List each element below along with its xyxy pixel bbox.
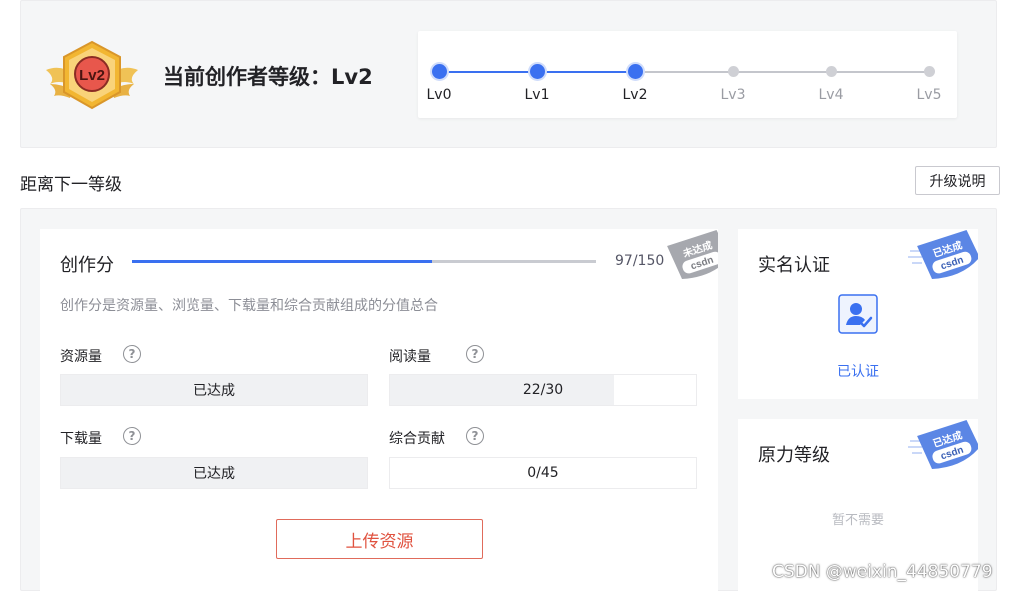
level-track-segment (635, 71, 733, 73)
level-step-dot (727, 66, 739, 77)
metric-box-resources: 已达成 (60, 374, 368, 406)
score-value: 97/150 (615, 253, 665, 269)
realname-verification-card: 实名认证 已认证 已达成 csdn (738, 229, 978, 399)
level-badge-text: Lv2 (79, 67, 105, 84)
level-track-segment (439, 71, 537, 73)
level-step-label: Lv4 (818, 87, 844, 103)
metric-value: 22/30 (522, 382, 564, 398)
force-title: 原力等级 (758, 445, 830, 466)
level-step-label: Lv0 (426, 87, 452, 103)
force-status: 暂不需要 (831, 513, 884, 528)
achieved-stamp-icon: 已达成 csdn (908, 229, 978, 280)
help-icon[interactable]: ? (466, 427, 484, 445)
metric-value: 已达成 (193, 466, 235, 482)
help-icon[interactable]: ? (123, 427, 141, 445)
verified-user-icon (838, 294, 878, 334)
metric-value: 0/45 (527, 465, 559, 481)
realname-title: 实名认证 (758, 255, 830, 276)
level-step-dot (825, 66, 837, 77)
level-progress-track: Lv0 Lv1 Lv2 Lv3 Lv4 Lv5 (418, 31, 957, 118)
score-progress-fill (132, 260, 433, 263)
level-track-segment (831, 71, 929, 73)
level-step-label: Lv1 (524, 87, 550, 103)
upgrade-info-button[interactable]: 升级说明 (915, 166, 1000, 195)
score-title: 创作分 (60, 255, 114, 276)
next-level-heading: 距离下一等级 (20, 175, 122, 195)
level-step-dot (431, 64, 447, 79)
level-badge-icon: Lv2 (46, 40, 138, 110)
metric-value: 已达成 (193, 383, 235, 399)
help-icon[interactable]: ? (123, 345, 141, 363)
metric-box-contribution: 0/45 (389, 457, 697, 489)
not-achieved-stamp-icon: 未达成 csdn (667, 229, 718, 280)
level-step-label: Lv2 (622, 87, 648, 103)
score-description: 创作分是资源量、浏览量、下载量和综合贡献组成的分值总合 (60, 298, 438, 314)
metric-label-contribution: 综合贡献 (389, 431, 445, 447)
current-level-title: 当前创作者等级：Lv2 (163, 65, 373, 89)
level-step-dot (529, 64, 545, 79)
level-step-label: Lv5 (916, 87, 942, 103)
metric-label-resources: 资源量 (60, 349, 102, 365)
metric-box-downloads: 已达成 (60, 457, 368, 489)
level-track-segment (733, 71, 831, 73)
score-progress-bar (132, 260, 596, 263)
level-step-label: Lv3 (720, 87, 746, 103)
metric-box-views: 22/30 (389, 374, 697, 406)
metric-label-downloads: 下载量 (60, 431, 102, 447)
help-icon[interactable]: ? (466, 345, 484, 363)
achieved-stamp-icon: 已达成 csdn (908, 419, 978, 470)
level-step-dot (923, 66, 935, 77)
upload-resource-button[interactable]: 上传资源 (276, 519, 483, 559)
metric-label-views: 阅读量 (389, 349, 431, 365)
watermark: CSDN @weixin_44850779 (772, 562, 993, 582)
realname-status[interactable]: 已认证 (738, 361, 978, 381)
creation-score-panel: 创作分 97/150 创作分是资源量、浏览量、下载量和综合贡献组成的分值总合 资… (40, 229, 718, 591)
level-track-segment (537, 71, 635, 73)
level-step-dot (627, 64, 643, 79)
